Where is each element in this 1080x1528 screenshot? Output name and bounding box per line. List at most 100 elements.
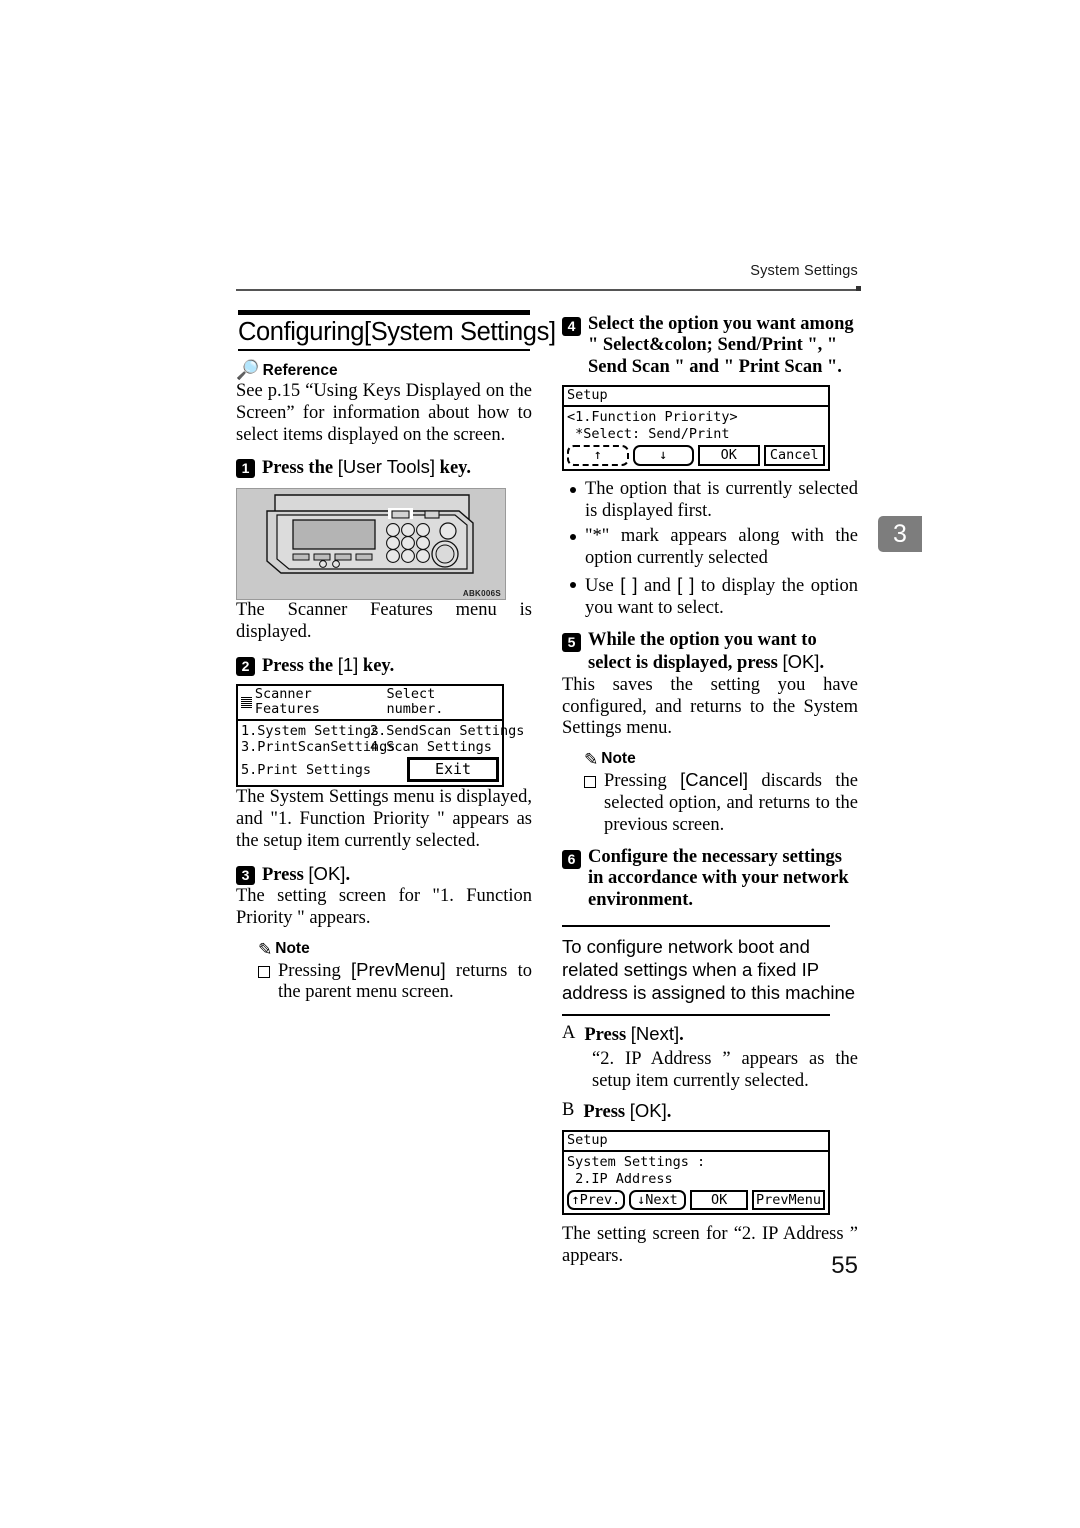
lcd-menu-item-5[interactable]: 5.Print Settings — [241, 762, 403, 778]
step-3-key: [OK] — [308, 862, 346, 884]
lcd-prevmenu-button[interactable]: PrevMenu — [751, 1189, 825, 1211]
lcd-setup-rows-2: System Settings : 2.IP Address — [564, 1152, 828, 1188]
lcd-setup-line-1-ip: System Settings : — [567, 1154, 706, 1171]
page-number: 55 — [831, 1252, 858, 1279]
lcd-ok-button-2[interactable]: OK — [690, 1189, 748, 1211]
step-4: 4 Select the option you want among " Sel… — [562, 314, 858, 378]
lcd-cancel-button[interactable]: Cancel — [763, 444, 825, 466]
lcd-menu-item-1[interactable]: 1.System Settings — [241, 723, 379, 739]
bullet-item-3: Use [ ] and [ ] to display the option yo… — [570, 574, 858, 620]
note-item-right: Pressing [Cancel] discards the selected … — [584, 769, 858, 836]
after-step-1-text: The Scanner Features menu is displayed. — [236, 599, 532, 642]
bullet-text-1: The option that is currently selected is… — [585, 478, 858, 521]
after-step-5-text: This saves the setting you have configur… — [562, 674, 858, 739]
lcd-ok-button[interactable]: OK — [698, 444, 760, 466]
sub-step-a-body: “2. IP Address ” appears as the setup it… — [592, 1048, 858, 1091]
magnifier-icon: 🔍 — [236, 360, 260, 381]
header-rule-cap — [856, 286, 861, 291]
note-text-left: Pressing [PrevMenu] returns to the paren… — [278, 959, 532, 1005]
lcd-menu-row: 3.PrintScanSettings 4.Scan Settings — [241, 739, 499, 755]
lcd-scanner-features-menu: 1.System Settings 2.SendScan Settings 3.… — [238, 721, 524, 756]
step-1: 1 Press the [User Tools] key. — [236, 456, 532, 479]
bullet-dot — [570, 534, 576, 541]
sub-step-a-after: . — [679, 1025, 684, 1046]
sub-step-b: B Press [OK]. — [562, 1100, 858, 1123]
note-bullet-square — [584, 776, 596, 789]
step-5: 5 While the option you want to select is… — [562, 630, 858, 675]
bullet-text-2: "*" mark appears along with the option c… — [585, 526, 858, 569]
step-6-number: 6 — [562, 849, 581, 869]
machine-illustration: ABK006S — [236, 487, 506, 600]
lcd-menu-item-2[interactable]: 2.SendScan Settings — [370, 723, 524, 739]
note-label-right: Note — [601, 750, 636, 768]
lcd-prev-button[interactable]: ↑Prev. — [567, 1189, 625, 1211]
lcd-menu-item-4[interactable]: 4.Scan Settings — [370, 739, 492, 755]
step-1-text: Press the [User Tools] key. — [262, 456, 471, 479]
illustration-caption: ABK006S — [462, 588, 501, 598]
bullet-item-2: "*" mark appears along with the option c… — [570, 526, 858, 570]
title-rule-bottom — [238, 349, 530, 351]
step-5-text: While the option you want to select is d… — [588, 630, 858, 675]
subsection-rule-top — [562, 925, 830, 928]
reference-heading: 🔍 Reference — [236, 360, 532, 381]
subsection-heading: To configure network boot and related se… — [562, 936, 856, 1004]
lcd-exit-button[interactable]: Exit — [407, 757, 499, 783]
lcd-down-button[interactable]: ↓ — [632, 444, 694, 466]
note-text-before-left: Pressing — [278, 960, 352, 981]
lcd-menu-item-3[interactable]: 3.PrintScanSettings — [241, 739, 395, 755]
step-2-text: Press the [1] key. — [262, 654, 394, 677]
step-5-number: 5 — [562, 632, 581, 652]
page-title: Configuring[System Settings] — [238, 318, 556, 346]
running-header: System Settings — [236, 262, 858, 280]
lcd-setup-line-2: *Select: Send/Print — [567, 426, 730, 443]
lcd-next-button[interactable]: ↓Next — [628, 1189, 687, 1211]
step-2: 2 Press the [1] key. — [236, 654, 532, 677]
step-5-key: [OK] — [782, 651, 820, 673]
note-key-right: [Cancel] — [680, 769, 748, 791]
step-6: 6 Configure the necessary settings in ac… — [562, 847, 858, 911]
scanner-icon — [241, 696, 252, 708]
lcd-setup-line-2-ip: 2.IP Address — [567, 1170, 673, 1187]
title-rule-top — [238, 310, 530, 315]
sub-step-a-key: [Next] — [630, 1023, 680, 1045]
control-panel-drawing — [266, 494, 474, 574]
step-2-text-before: Press the — [262, 655, 338, 676]
after-step-2-text: The System Settings menu is displayed, a… — [236, 787, 532, 851]
step-2-text-after: key. — [358, 655, 395, 676]
note-text-before-right: Pressing — [604, 771, 681, 792]
sub-step-b-key: [OK] — [629, 1099, 667, 1121]
lcd-setup-title-2: Setup — [567, 1131, 608, 1148]
note-bullet-square — [258, 965, 270, 978]
bullet-dot — [570, 486, 576, 493]
lcd-up-button[interactable]: ↑ — [567, 444, 629, 466]
note-label-left: Note — [275, 939, 310, 957]
step-2-key: [1] — [337, 653, 359, 675]
sub-step-b-after: . — [666, 1101, 672, 1122]
step-4-text: Select the option you want among " Selec… — [588, 314, 854, 377]
document-page: System Settings 3 Configuring[System Set… — [0, 0, 1080, 1528]
sub-step-a: A Press [Next]. — [562, 1023, 858, 1046]
sub-step-a-text: Press [Next]. — [584, 1023, 683, 1046]
pencil-icon: ✎ — [584, 750, 599, 770]
bullet-3-key-2: [ ] — [677, 574, 695, 596]
lcd-setup-function-priority: Setup <1.Function Priority> *Select: Sen… — [562, 385, 830, 471]
step-1-number: 1 — [236, 459, 255, 479]
lcd-setup-titlebar-1: Setup — [564, 387, 828, 408]
step-6-text: Configure the necessary settings in acco… — [588, 846, 849, 910]
lcd-setup-rows-1: <1.Function Priority> *Select: Send/Prin… — [564, 407, 828, 443]
right-column: 4 Select the option you want among " Sel… — [562, 310, 858, 1268]
lcd-setup-line-1: <1.Function Priority> — [567, 409, 738, 426]
lcd-setup-titlebar-2: Setup — [564, 1131, 828, 1153]
step-1-text-after: key. — [435, 458, 472, 479]
reference-text: See p.15 “Using Keys Displayed on the Sc… — [236, 381, 532, 445]
lcd-scanner-features: Scanner Features Select number. 1.System… — [236, 684, 524, 788]
step-3: 3 Press [OK]. — [236, 863, 532, 886]
lcd-scanner-features-hint: Select number. — [386, 686, 444, 718]
lcd-setup-buttonbar-1: ↑ ↓ OK Cancel — [564, 444, 828, 469]
bullet-3-mid: and — [637, 576, 678, 597]
after-step-3-text: The setting screen for "1. Function Prio… — [236, 885, 532, 928]
step-3-text: Press [OK]. — [262, 863, 350, 886]
chapter-tab-number: 3 — [893, 520, 907, 548]
step-3-text-after: . — [345, 864, 351, 885]
header-rule — [236, 289, 858, 291]
